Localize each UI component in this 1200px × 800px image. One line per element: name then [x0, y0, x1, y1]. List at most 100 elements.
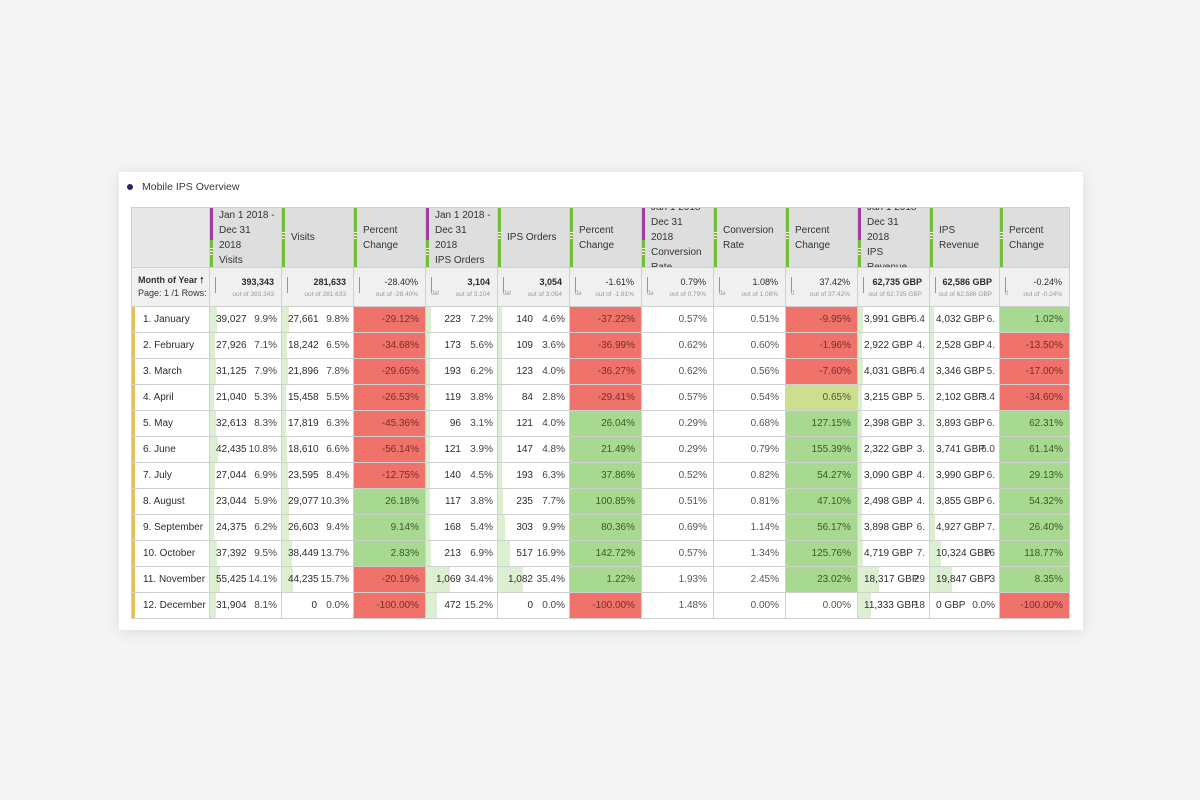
metric-cell[interactable]: 1.14%: [713, 514, 786, 541]
metric-cell[interactable]: 0.82%: [713, 462, 786, 489]
percent-change-cell[interactable]: 26.40%: [999, 514, 1070, 541]
metric-cell[interactable]: 1,069 34.4%: [425, 566, 498, 593]
dimension-item-cell[interactable]: 8. August: [131, 488, 210, 515]
metric-cell[interactable]: 4,719 GBP 7.: [857, 540, 930, 567]
metric-cell[interactable]: 0.00%: [713, 592, 786, 619]
percent-change-cell[interactable]: -56.14%: [353, 436, 426, 463]
column-header-6[interactable]: Percent Change: [569, 207, 642, 268]
metric-cell[interactable]: 2,922 GBP 4.: [857, 332, 930, 359]
metric-cell[interactable]: 517 16.9%: [497, 540, 570, 567]
metric-cell[interactable]: 0 GBP 0.0%: [929, 592, 1000, 619]
metric-cell[interactable]: 119 3.8%: [425, 384, 498, 411]
percent-change-cell[interactable]: 100.85%: [569, 488, 642, 515]
metric-cell[interactable]: 39,027 9.9%: [209, 306, 282, 333]
metric-cell[interactable]: 18,317 GBP 29: [857, 566, 930, 593]
panel-collapse-dot-icon[interactable]: [127, 184, 133, 190]
metric-cell[interactable]: 32,613 8.3%: [209, 410, 282, 437]
percent-change-cell[interactable]: 9.14%: [353, 514, 426, 541]
metric-cell[interactable]: 140 4.5%: [425, 462, 498, 489]
column-drag-handle-icon[interactable]: [786, 208, 789, 267]
percent-change-cell[interactable]: 26.04%: [569, 410, 642, 437]
percent-change-cell[interactable]: -12.75%: [353, 462, 426, 489]
percent-change-cell[interactable]: 127.15%: [785, 410, 858, 437]
metric-cell[interactable]: 2,102 GBP 3.4: [929, 384, 1000, 411]
percent-change-cell[interactable]: -100.00%: [353, 592, 426, 619]
sparkline-icon[interactable]: [215, 277, 216, 293]
table-row[interactable]: 1. January 39,027 9.9% 27,661 9.8% -29.12% 223…: [131, 306, 1070, 333]
percent-change-cell[interactable]: -1.96%: [785, 332, 858, 359]
sort-ascending-arrow-icon[interactable]: 🠕: [200, 275, 204, 285]
metric-cell[interactable]: 193 6.3%: [497, 462, 570, 489]
metric-cell[interactable]: 2,322 GBP 3.: [857, 436, 930, 463]
metric-label[interactable]: IPS Orders: [507, 230, 563, 245]
column-header-10[interactable]: Jan 1 2018 - Dec 31 2018 IPS Revenue: [857, 207, 930, 268]
metric-cell[interactable]: 140 4.6%: [497, 306, 570, 333]
metric-cell[interactable]: 0 0.0%: [281, 592, 354, 619]
metric-cell[interactable]: 27,044 6.9%: [209, 462, 282, 489]
metric-cell[interactable]: 109 3.6%: [497, 332, 570, 359]
metric-cell[interactable]: 0.68%: [713, 410, 786, 437]
percent-change-cell[interactable]: 155.39%: [785, 436, 858, 463]
percent-change-cell[interactable]: -36.99%: [569, 332, 642, 359]
metric-cell[interactable]: 147 4.8%: [497, 436, 570, 463]
dimension-item-cell[interactable]: 6. June: [131, 436, 210, 463]
metric-cell[interactable]: 23,595 8.4%: [281, 462, 354, 489]
column-header-9[interactable]: Percent Change: [785, 207, 858, 268]
metric-cell[interactable]: 0.52%: [641, 462, 714, 489]
table-row[interactable]: 3. March 31,125 7.9% 21,896 7.8% -29.65% 193 6.…: [131, 358, 1070, 385]
column-header-2[interactable]: Visits: [281, 207, 354, 268]
metric-cell[interactable]: 303 9.9%: [497, 514, 570, 541]
metric-label[interactable]: Conversion Rate: [723, 223, 779, 253]
metric-cell[interactable]: 0.29%: [641, 410, 714, 437]
metric-cell[interactable]: 3,855 GBP 6.: [929, 488, 1000, 515]
metric-cell[interactable]: 96 3.1%: [425, 410, 498, 437]
column-header-7[interactable]: Jan 1 2018 - Dec 31 2018 Conversion Rate: [641, 207, 714, 268]
dimension-label[interactable]: Month of Year: [138, 275, 197, 285]
metric-cell[interactable]: 3,991 GBP 6.4: [857, 306, 930, 333]
metric-cell[interactable]: 121 4.0%: [497, 410, 570, 437]
dimension-item-cell[interactable]: 7. July: [131, 462, 210, 489]
percent-change-cell[interactable]: -26.53%: [353, 384, 426, 411]
metric-label[interactable]: Visits: [291, 230, 347, 245]
column-drag-handle-icon[interactable]: [282, 208, 285, 267]
percent-change-cell[interactable]: 1.22%: [569, 566, 642, 593]
metric-cell[interactable]: 0 0.0%: [497, 592, 570, 619]
metric-cell[interactable]: 3,990 GBP 6.: [929, 462, 1000, 489]
percent-change-cell[interactable]: 23.02%: [785, 566, 858, 593]
percent-change-cell[interactable]: -34.68%: [353, 332, 426, 359]
metric-cell[interactable]: 31,904 8.1%: [209, 592, 282, 619]
metric-cell[interactable]: 0.69%: [641, 514, 714, 541]
sparkline-icon[interactable]: [935, 277, 936, 293]
percent-change-cell[interactable]: 37.86%: [569, 462, 642, 489]
metric-cell[interactable]: 123 4.0%: [497, 358, 570, 385]
metric-cell[interactable]: 4,927 GBP 7.: [929, 514, 1000, 541]
metric-label[interactable]: Percent Change: [363, 223, 419, 253]
metric-cell[interactable]: 0.57%: [641, 540, 714, 567]
column-header-1[interactable]: Jan 1 2018 - Dec 31 2018 Visits: [209, 207, 282, 268]
metric-cell[interactable]: 223 7.2%: [425, 306, 498, 333]
metric-cell[interactable]: 0.79%: [713, 436, 786, 463]
sparkline-icon[interactable]: [863, 277, 864, 293]
table-row[interactable]: 6. June 42,435 10.8% 18,610 6.6% -56.14% 121 3.…: [131, 436, 1070, 463]
metric-cell[interactable]: 0.81%: [713, 488, 786, 515]
percent-change-cell[interactable]: 2.83%: [353, 540, 426, 567]
table-row[interactable]: 7. July 27,044 6.9% 23,595 8.4% -12.75% 140 4.5…: [131, 462, 1070, 489]
metric-label[interactable]: IPS Orders: [435, 253, 491, 267]
sparkline-icon[interactable]: [287, 277, 288, 293]
column-header-12[interactable]: Percent Change: [999, 207, 1070, 268]
sparkline-icon[interactable]: [359, 277, 360, 293]
percent-change-cell[interactable]: 1.02%: [999, 306, 1070, 333]
metric-cell[interactable]: 15,458 5.5%: [281, 384, 354, 411]
percent-change-cell[interactable]: -29.12%: [353, 306, 426, 333]
metric-cell[interactable]: 0.57%: [641, 306, 714, 333]
dimension-item-cell[interactable]: 2. February: [131, 332, 210, 359]
metric-label[interactable]: Visits: [219, 253, 275, 267]
metric-cell[interactable]: 11,333 GBP 18: [857, 592, 930, 619]
metric-cell[interactable]: 3,215 GBP 5.: [857, 384, 930, 411]
metric-label[interactable]: Percent Change: [579, 223, 635, 253]
column-header-5[interactable]: IPS Orders: [497, 207, 570, 268]
percent-change-cell[interactable]: 47.10%: [785, 488, 858, 515]
column-drag-handle-icon[interactable]: [714, 208, 717, 267]
metric-cell[interactable]: 117 3.8%: [425, 488, 498, 515]
metric-cell[interactable]: 37,392 9.5%: [209, 540, 282, 567]
